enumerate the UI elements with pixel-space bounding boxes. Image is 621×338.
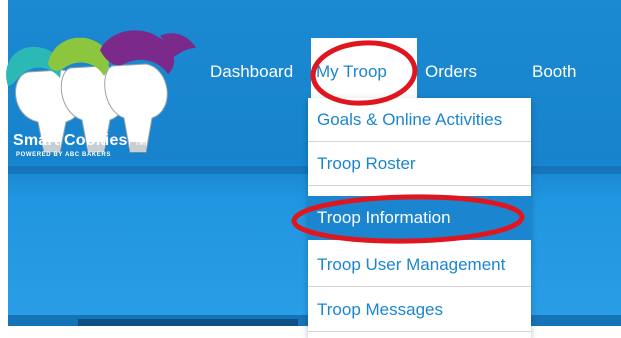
- nav-my-troop[interactable]: My Troop: [316, 58, 387, 86]
- menu-item-troop-user-management[interactable]: Troop User Management: [308, 243, 531, 287]
- menu-item-troop-messages[interactable]: Troop Messages: [308, 288, 531, 332]
- menu-item-label: Troop User Management: [317, 255, 506, 274]
- menu-item-label: Troop Information: [317, 208, 451, 227]
- menu-item-troop-information[interactable]: Troop Information: [308, 196, 531, 240]
- logo-wordmark: Smart Cookies: [13, 132, 128, 149]
- nav-booth[interactable]: Booth: [532, 58, 576, 86]
- content-bottom-line: [78, 319, 298, 326]
- menu-item-label: Troop Messages: [317, 300, 443, 319]
- menu-item-label: Goals & Online Activities: [317, 110, 503, 129]
- my-troop-dropdown-menu: Goals & Online Activities Troop Roster T…: [308, 98, 531, 338]
- nav-orders[interactable]: Orders: [425, 58, 477, 86]
- menu-item-troop-roster[interactable]: Troop Roster: [308, 142, 531, 186]
- logo-trademark: TM: [135, 140, 146, 147]
- menu-item-label: Troop Roster: [317, 154, 416, 173]
- logo-tagline: POWERED BY ABC BAKERS: [16, 152, 111, 158]
- menu-item-goals-online-activities[interactable]: Goals & Online Activities: [308, 98, 531, 142]
- nav-dashboard[interactable]: Dashboard: [210, 58, 293, 86]
